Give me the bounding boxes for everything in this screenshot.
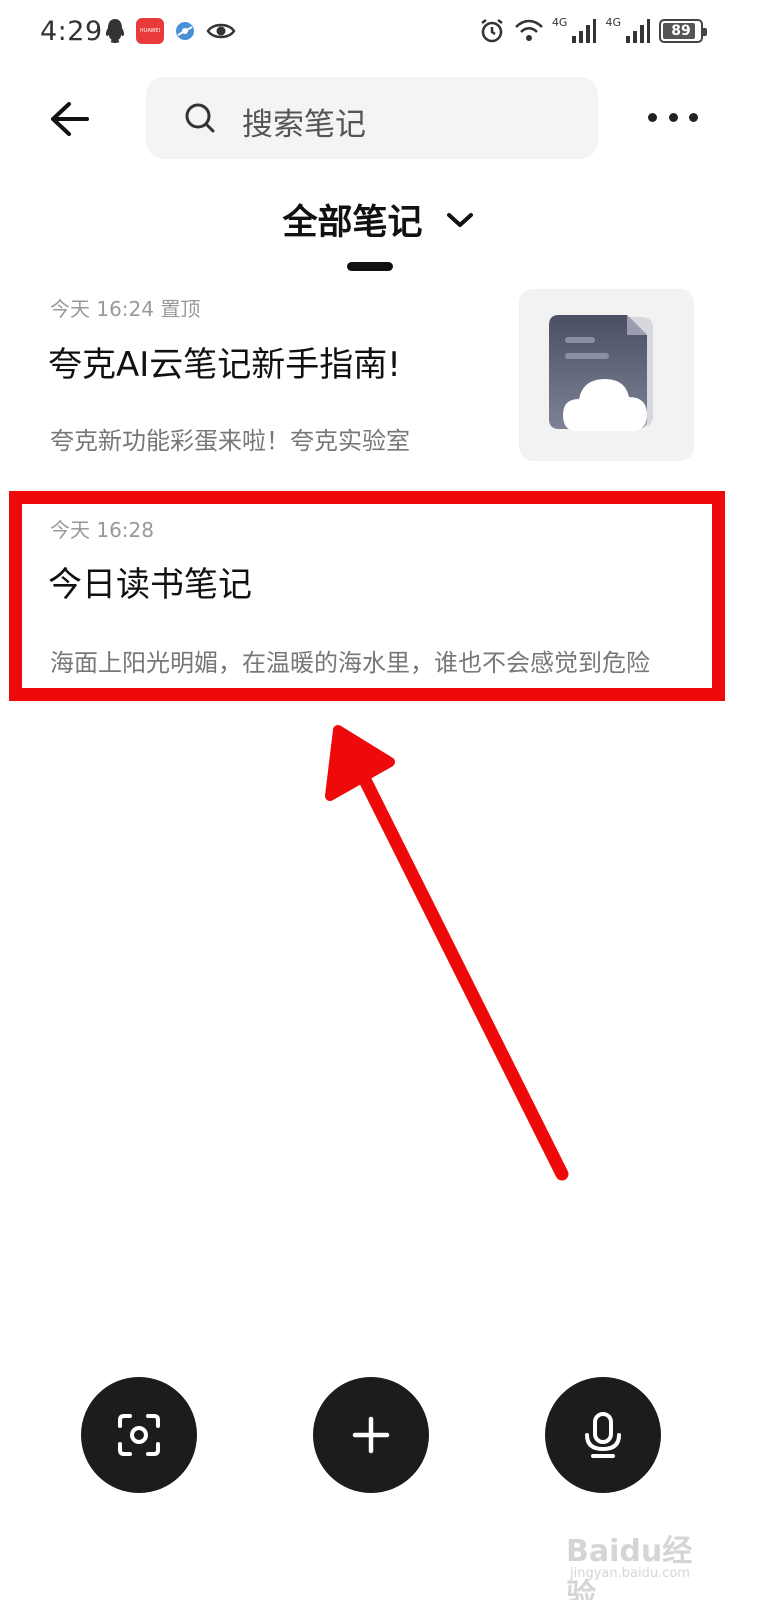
status-bar: 4:29 HUAWEI 4G 4G 89 xyxy=(0,0,757,64)
note-thumbnail xyxy=(519,289,694,461)
arrow-left-icon xyxy=(51,102,89,136)
wifi-icon xyxy=(515,19,543,41)
system-icons: 4G 4G 89 xyxy=(478,15,707,45)
more-dots-icon xyxy=(648,112,657,122)
huawei-label: HUAWEI xyxy=(139,28,161,34)
alarm-icon xyxy=(481,19,503,43)
note-title: 夸克AI云笔记新手指南! xyxy=(48,345,401,385)
watermark-brand: Baidu经验 xyxy=(566,1534,693,1600)
plus-icon xyxy=(352,1416,390,1454)
note-item-guide[interactable]: 今天 16:24 置顶 夸克AI云笔记新手指南! 夸克新功能彩蛋来啦！夸克实验室 xyxy=(0,285,757,467)
note-preview: 夸克新功能彩蛋来啦！夸克实验室 xyxy=(50,427,410,455)
qq-icon xyxy=(105,19,125,43)
eye-icon xyxy=(206,23,236,39)
note-title: 今日读书笔记 xyxy=(48,565,252,605)
battery-icon: 89 xyxy=(659,19,707,43)
more-dots-icon xyxy=(668,112,678,122)
battery-cap xyxy=(703,28,707,36)
search-input[interactable]: 搜索笔记 xyxy=(146,77,598,159)
voice-note-button[interactable] xyxy=(545,1377,661,1493)
browser-icon xyxy=(176,22,194,40)
search-placeholder: 搜索笔记 xyxy=(242,107,366,143)
watermark-site: jingyan.baidu.com xyxy=(570,1566,690,1581)
cloud-note-icon xyxy=(549,315,653,431)
folder-underline xyxy=(347,262,393,271)
note-preview: 海面上阳光明媚，在温暖的海水里，谁也不会感觉到危险 xyxy=(50,649,650,677)
huawei-icon: HUAWEI xyxy=(136,18,164,44)
scan-button[interactable] xyxy=(81,1377,197,1493)
back-button[interactable] xyxy=(44,94,94,144)
more-dots-icon xyxy=(689,112,698,122)
note-meta: 今天 16:24 置顶 xyxy=(50,297,201,321)
note-meta: 今天 16:28 xyxy=(50,518,154,542)
signal-icon-1 xyxy=(572,19,597,43)
microphone-icon xyxy=(585,1412,621,1458)
add-note-button[interactable] xyxy=(313,1377,429,1493)
folder-selector[interactable]: 全部笔记 xyxy=(0,194,757,245)
notification-icons: HUAWEI xyxy=(104,18,236,44)
chevron-down-icon xyxy=(446,212,473,227)
status-time: 4:29 xyxy=(40,16,103,47)
search-icon xyxy=(185,103,215,133)
signal-icon-2 xyxy=(626,19,650,43)
watermark: Baidu经验 jingyan.baidu.com xyxy=(566,1508,716,1600)
scan-icon xyxy=(118,1414,160,1456)
battery-level: 89 xyxy=(671,23,691,39)
note-item-reading[interactable]: 今天 16:28 今日读书笔记 海面上阳光明媚，在温暖的海水里，谁也不会感觉到危… xyxy=(0,495,757,700)
network-type-1: 4G xyxy=(551,15,568,29)
network-type-2: 4G xyxy=(605,15,621,29)
folder-title: 全部笔记 xyxy=(282,203,423,243)
more-button[interactable] xyxy=(648,102,698,132)
